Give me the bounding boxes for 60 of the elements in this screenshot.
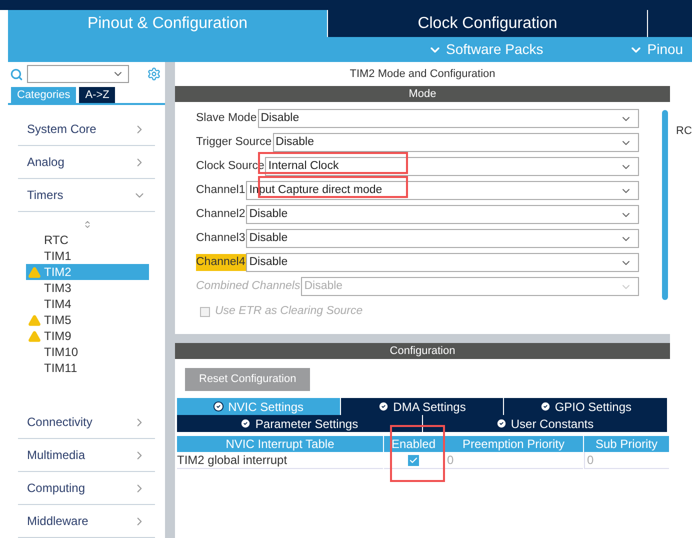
peripheral-item[interactable]: TIM10 bbox=[26, 344, 149, 360]
check-circle-icon bbox=[540, 401, 551, 412]
tab[interactable]: User Constants bbox=[422, 415, 668, 432]
peripheral-item[interactable]: TIM9 bbox=[26, 328, 149, 344]
column-header: Sub Priority bbox=[584, 436, 669, 452]
check-circle-icon bbox=[496, 418, 507, 429]
field-label: Channel2 bbox=[196, 206, 246, 222]
peripheral-item[interactable]: RTC bbox=[26, 232, 149, 248]
scrollbar[interactable] bbox=[662, 110, 668, 300]
column-header: Preemption Priority bbox=[444, 436, 583, 452]
category-item[interactable]: Analog bbox=[18, 146, 155, 179]
dropdown-field[interactable]: Disable bbox=[258, 109, 639, 128]
table-cell: 0 bbox=[444, 452, 583, 469]
checkbox-label: Use ETR as Clearing Source bbox=[215, 304, 363, 319]
dropdown-field[interactable]: Internal Clock bbox=[265, 157, 639, 176]
field-label: Channel1 bbox=[196, 182, 246, 198]
category-item[interactable]: System Core bbox=[18, 113, 155, 146]
category-item[interactable]: Connectivity bbox=[18, 406, 155, 439]
dropdown-field[interactable]: Disable bbox=[246, 253, 639, 272]
cut-label: RC bbox=[676, 124, 692, 139]
main-tab[interactable]: Clock Configuration bbox=[328, 10, 648, 37]
table-cell: 0 bbox=[584, 452, 669, 469]
category-item[interactable]: Middleware bbox=[18, 505, 155, 538]
column-header: NVIC Interrupt Table bbox=[177, 436, 383, 452]
panel-title: TIM2 Mode and Configuration bbox=[175, 62, 670, 86]
peripheral-item[interactable]: TIM5 bbox=[26, 312, 149, 328]
peripheral-item[interactable]: TIM3 bbox=[26, 280, 149, 296]
category-item[interactable]: Computing bbox=[18, 472, 155, 505]
category-item[interactable]: Multimedia bbox=[18, 439, 155, 472]
check-circle-icon bbox=[240, 418, 252, 429]
settings-icon[interactable] bbox=[147, 67, 161, 81]
tab[interactable]: Parameter Settings bbox=[177, 415, 422, 432]
field-label: Channel4 bbox=[196, 254, 246, 272]
check-circle-icon bbox=[213, 401, 224, 412]
field-label: Combined Channels bbox=[196, 278, 302, 294]
tab[interactable]: GPIO Settings bbox=[504, 398, 668, 415]
category-item[interactable]: Timers bbox=[18, 179, 155, 212]
dropdown-field[interactable]: Disable bbox=[272, 133, 639, 152]
field-label: Slave Mode bbox=[196, 110, 258, 126]
search-field[interactable] bbox=[27, 65, 129, 83]
view-tab[interactable]: A->Z bbox=[79, 87, 116, 103]
dropdown-field[interactable]: Disable bbox=[246, 229, 639, 248]
warning-icon bbox=[28, 330, 41, 342]
warning-icon bbox=[28, 314, 41, 326]
peripheral-item[interactable]: TIM1 bbox=[26, 248, 149, 264]
tab[interactable]: DMA Settings bbox=[340, 398, 504, 415]
section-header: Mode bbox=[175, 86, 670, 102]
field-label: Trigger Source bbox=[196, 134, 273, 150]
checkbox[interactable] bbox=[408, 454, 419, 466]
search-icon bbox=[10, 68, 23, 80]
dropdown-field[interactable]: Disable bbox=[246, 205, 639, 224]
warning-icon bbox=[28, 266, 41, 278]
table-cell: TIM2 global interrupt bbox=[177, 452, 383, 469]
peripheral-item[interactable]: TIM4 bbox=[26, 296, 149, 312]
field-label: Channel3 bbox=[196, 230, 246, 246]
column-header: Enabled bbox=[384, 436, 443, 452]
peripheral-item[interactable]: TIM11 bbox=[26, 360, 149, 376]
sort-icon[interactable] bbox=[83, 220, 92, 229]
section-header: Configuration bbox=[175, 343, 670, 359]
check-circle-icon bbox=[378, 401, 390, 412]
